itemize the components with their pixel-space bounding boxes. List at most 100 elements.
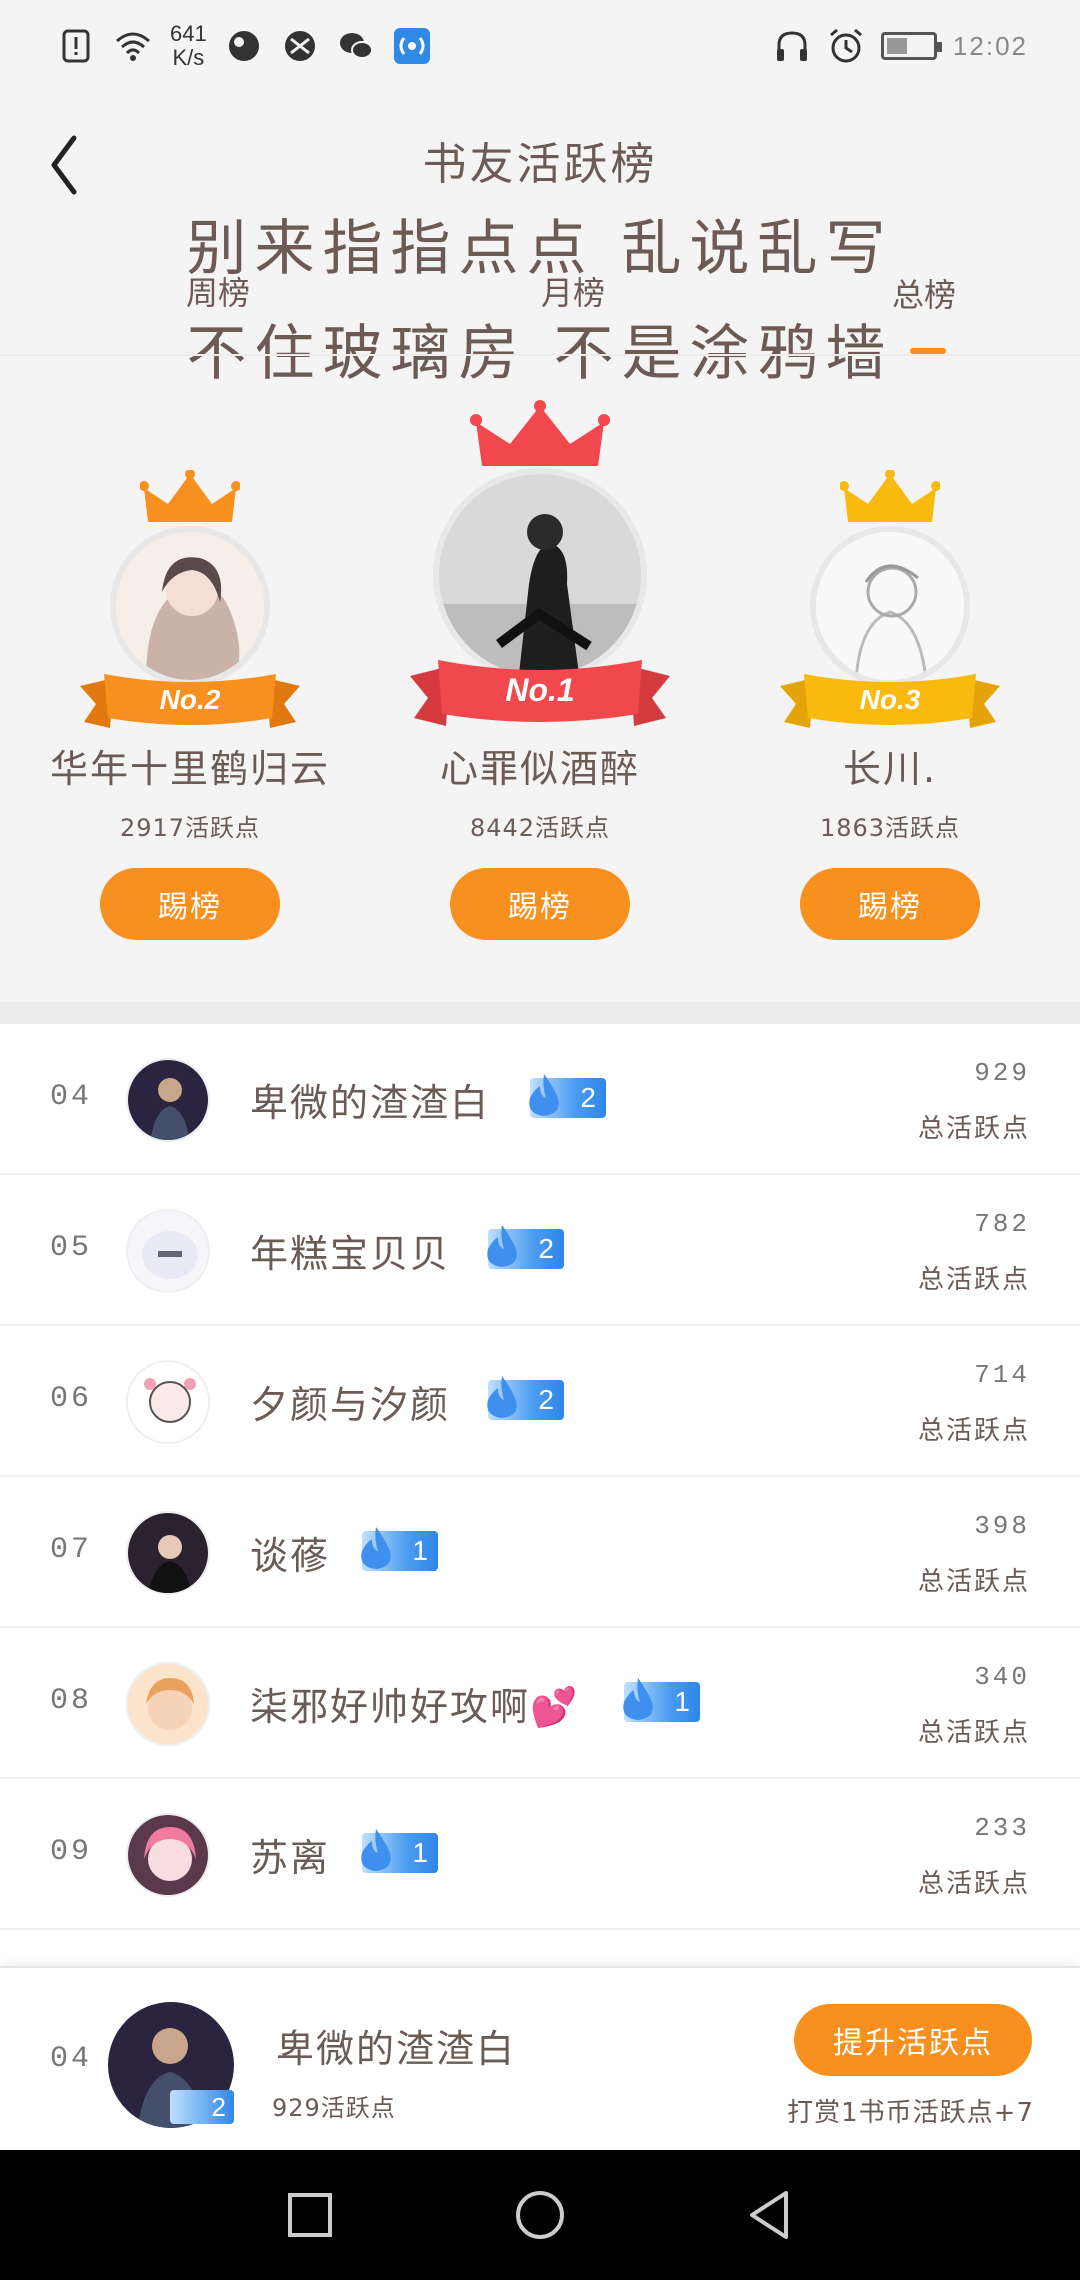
tab-weekly[interactable]: 周榜 bbox=[186, 268, 250, 314]
status-left: 641 K/s bbox=[58, 22, 431, 70]
reward-tip: 打赏1书币活跃点+7 bbox=[787, 2098, 1034, 2128]
rank-number: 06 bbox=[50, 1382, 93, 1416]
divider bbox=[0, 354, 1080, 356]
app-icon-2 bbox=[284, 31, 315, 61]
level-badge: 2 bbox=[529, 1074, 606, 1118]
list-item[interactable]: 08 柒邪好帅好攻啊💕 1 340 总活跃点 bbox=[0, 1628, 1080, 1779]
avatar[interactable] bbox=[126, 1662, 210, 1746]
level-value: 2 bbox=[580, 1082, 596, 1113]
level-badge: 1 bbox=[361, 1527, 438, 1571]
tab-total[interactable]: 总榜 bbox=[892, 270, 956, 316]
score-label: 总活跃点 bbox=[917, 1718, 1030, 1748]
net-speed: 641 K/s bbox=[170, 22, 207, 70]
clock: 12:02 bbox=[952, 30, 1028, 61]
rank-label: No.1 bbox=[505, 671, 575, 708]
alert-icon bbox=[62, 29, 90, 63]
user-name: 长川. bbox=[842, 747, 938, 791]
home-icon[interactable] bbox=[510, 2185, 570, 2245]
status-right: 12:02 bbox=[773, 22, 1028, 70]
avatar-image bbox=[816, 532, 964, 680]
user-points: 2917活跃点 bbox=[119, 814, 261, 842]
score-value: 782 bbox=[974, 1209, 1030, 1239]
avatar-image bbox=[439, 474, 641, 676]
net-speed-value: 641 bbox=[170, 21, 207, 46]
hotspot-icon bbox=[393, 28, 430, 64]
headset-icon bbox=[776, 31, 807, 61]
kick-button[interactable]: 踢榜 bbox=[800, 868, 980, 940]
avatar[interactable] bbox=[810, 526, 970, 686]
list-item[interactable]: 04 卑微的渣渣白 2 929 总活跃点 bbox=[0, 1024, 1080, 1175]
rank-label: No.3 bbox=[859, 684, 921, 715]
user-points: 8442活跃点 bbox=[469, 814, 611, 842]
wechat-icon bbox=[339, 33, 373, 59]
list-item[interactable]: 05 年糕宝贝贝 2 782 总活跃点 bbox=[0, 1175, 1080, 1326]
rank-number: 05 bbox=[50, 1231, 93, 1265]
recent-apps-icon[interactable] bbox=[280, 2185, 340, 2245]
avatar[interactable] bbox=[126, 1209, 210, 1293]
kick-button[interactable]: 踢榜 bbox=[100, 868, 280, 940]
my-level-badge: 2 bbox=[170, 2090, 234, 2124]
score-label: 总活跃点 bbox=[917, 1265, 1030, 1295]
leaderboard-list: 04 卑微的渣渣白 2 929 总活跃点 05 年糕宝贝贝 2 782 总活跃点… bbox=[0, 1024, 1080, 1930]
avatar[interactable] bbox=[433, 468, 647, 682]
user-name: 华年十里鹤归云 bbox=[49, 747, 330, 791]
score-value: 398 bbox=[974, 1511, 1030, 1541]
avatar[interactable] bbox=[126, 1058, 210, 1142]
score-label: 总活跃点 bbox=[917, 1416, 1030, 1446]
avatar[interactable] bbox=[126, 1360, 210, 1444]
flame-icon bbox=[623, 1678, 653, 1720]
avatar[interactable] bbox=[110, 526, 270, 686]
crown-icon bbox=[470, 400, 610, 466]
flame-icon bbox=[361, 1527, 391, 1569]
list-item[interactable]: 09 苏离 1 233 总活跃点 bbox=[0, 1779, 1080, 1930]
level-value: 1 bbox=[412, 1837, 428, 1868]
crown-icon bbox=[840, 470, 940, 522]
score-value: 714 bbox=[974, 1360, 1030, 1390]
section-divider bbox=[0, 1002, 1080, 1024]
level-value: 1 bbox=[674, 1686, 690, 1717]
rank-number: 09 bbox=[50, 1835, 93, 1869]
user-name: 苏离 bbox=[250, 1836, 331, 1880]
level-badge: 2 bbox=[487, 1376, 564, 1420]
score-label: 总活跃点 bbox=[917, 1567, 1030, 1597]
podium-rank-2: No.2 华年十里鹤归云 2917活跃点 踢榜 bbox=[40, 470, 340, 950]
system-nav-bar bbox=[0, 2150, 1080, 2280]
crown-icon bbox=[140, 470, 240, 522]
avatar[interactable] bbox=[126, 1511, 210, 1595]
list-item[interactable]: 06 夕颜与汐颜 2 714 总活跃点 bbox=[0, 1326, 1080, 1477]
flame-icon bbox=[361, 1829, 391, 1871]
rank-number: 08 bbox=[50, 1684, 93, 1718]
page-title: 书友活跃榜 bbox=[422, 139, 658, 190]
user-points: 1863活跃点 bbox=[819, 814, 961, 842]
my-rank-number: 04 bbox=[50, 2042, 93, 2076]
kick-button[interactable]: 踢榜 bbox=[450, 868, 630, 940]
score-value: 233 bbox=[974, 1813, 1030, 1843]
boost-activity-button[interactable]: 提升活跃点 bbox=[794, 2004, 1032, 2076]
my-level-value: 2 bbox=[211, 2091, 226, 2122]
net-speed-unit: K/s bbox=[172, 45, 205, 70]
user-name: 谈蓚 bbox=[250, 1534, 331, 1578]
battery-icon bbox=[880, 32, 942, 60]
my-rank-bar: 04 2 卑微的渣渣白 929活跃点 提升活跃点 打赏1书币活跃点+7 bbox=[0, 1966, 1080, 2150]
score-value: 929 bbox=[974, 1058, 1030, 1088]
level-value: 2 bbox=[538, 1233, 554, 1264]
status-bar: 641 K/s 12:02 bbox=[0, 0, 1080, 92]
back-icon[interactable] bbox=[740, 2185, 800, 2245]
score-label: 总活跃点 bbox=[917, 1114, 1030, 1144]
level-value: 1 bbox=[412, 1535, 428, 1566]
tab-monthly[interactable]: 月榜 bbox=[541, 268, 605, 314]
flame-icon bbox=[529, 1074, 559, 1116]
user-name: 年糕宝贝贝 bbox=[250, 1232, 451, 1276]
user-name: 心罪似酒醉 bbox=[439, 747, 640, 791]
app-icon-1 bbox=[228, 31, 259, 61]
my-user-name: 卑微的渣渣白 bbox=[276, 2027, 517, 2071]
level-badge: 1 bbox=[623, 1678, 700, 1722]
user-name: 夕颜与汐颜 bbox=[250, 1383, 451, 1427]
list-item[interactable]: 07 谈蓚 1 398 总活跃点 bbox=[0, 1477, 1080, 1628]
user-name: 柒邪好帅好攻啊💕 bbox=[250, 1685, 580, 1729]
level-badge: 2 bbox=[487, 1225, 564, 1269]
avatar[interactable] bbox=[126, 1813, 210, 1897]
podium-rank-3: No.3 长川. 1863活跃点 踢榜 bbox=[740, 470, 1040, 950]
rank-label: No.2 bbox=[159, 684, 221, 715]
user-name: 卑微的渣渣白 bbox=[250, 1081, 491, 1125]
